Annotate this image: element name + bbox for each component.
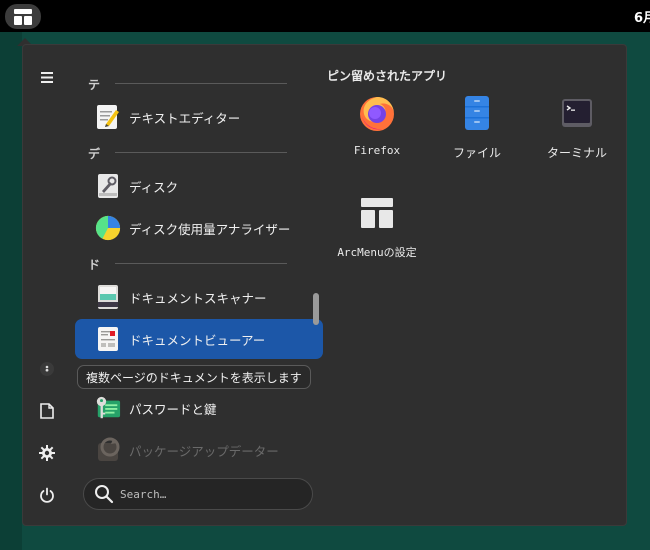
app-item-label: ドキュメントビューアー (129, 332, 266, 348)
user-icon (40, 362, 54, 376)
app-list-scrollbar[interactable] (313, 293, 319, 325)
power-icon (40, 487, 54, 503)
pinned-app-arcmenu-settings[interactable]: ArcMenuの設定 (327, 193, 427, 273)
disk-icon (95, 173, 121, 199)
scanner-icon (95, 284, 121, 310)
search-input[interactable] (120, 487, 300, 501)
section-header-do: ド (88, 258, 101, 272)
app-item-label: テキストエディター (129, 110, 241, 126)
desktop-edge (0, 32, 22, 550)
sidebar (22, 44, 72, 526)
hamburger-button[interactable] (36, 66, 58, 88)
app-list: テ テキストエディター デ ディスク ディスク使用量アナライザー ド ドキュメン… (75, 44, 325, 474)
section-divider (115, 263, 287, 264)
section-header-te: テ (88, 78, 101, 92)
disk-usage-icon (95, 215, 121, 241)
documents-button[interactable] (36, 400, 58, 422)
section-divider (115, 152, 287, 153)
arcmenu-icon (14, 8, 32, 25)
app-item-label: ディスク使用量アナライザー (129, 221, 291, 237)
clock[interactable]: 6月 (634, 7, 650, 26)
search-box[interactable] (83, 478, 313, 510)
document-viewer-icon (95, 326, 121, 352)
gear-icon (39, 445, 55, 461)
power-button[interactable] (36, 484, 58, 506)
settings-button[interactable] (36, 442, 58, 464)
pinned-app-files[interactable]: ファイル (427, 93, 527, 173)
app-item-document-scanner[interactable]: ドキュメントスキャナー (75, 277, 323, 317)
pinned-apps-title: ピン留めされたアプリ (327, 69, 448, 83)
top-bar: 6月 (0, 0, 650, 32)
pinned-app-terminal[interactable]: ターミナル (527, 93, 627, 173)
pinned-app-label: ArcMenuの設定 (337, 246, 417, 259)
user-button[interactable] (36, 358, 58, 380)
app-tooltip: 複数ページのドキュメントを表示します (77, 365, 311, 389)
app-item-label: パッケージアップデーター (129, 443, 279, 459)
app-item-label: ドキュメントスキャナー (129, 290, 267, 306)
app-item-label: パスワードと鍵 (129, 401, 217, 417)
app-item-document-viewer[interactable]: ドキュメントビューアー (75, 319, 323, 359)
app-item-disks[interactable]: ディスク (75, 166, 323, 206)
app-item-package-updater[interactable]: パッケージアップデーター (75, 430, 323, 470)
firefox-icon (357, 93, 397, 133)
search-icon (95, 485, 114, 504)
section-header-de: デ (88, 147, 101, 161)
hamburger-icon (41, 71, 53, 83)
document-icon (40, 403, 54, 419)
arcmenu-settings-icon (357, 193, 397, 233)
password-key-icon (95, 395, 121, 421)
app-item-text-editor[interactable]: テキストエディター (75, 97, 323, 137)
package-updater-icon (95, 437, 121, 463)
text-editor-icon (95, 104, 121, 130)
pinned-app-label: Firefox (353, 144, 401, 157)
app-item-disk-usage[interactable]: ディスク使用量アナライザー (75, 208, 323, 248)
terminal-icon (557, 93, 597, 133)
pinned-app-label: ファイル (452, 146, 501, 160)
pinned-app-firefox[interactable]: Firefox (327, 93, 427, 173)
files-icon (457, 93, 497, 133)
pinned-app-label: ターミナル (546, 146, 607, 160)
section-divider (115, 83, 287, 84)
app-item-label: ディスク (129, 179, 179, 195)
arcmenu-button[interactable] (5, 4, 41, 29)
app-item-passwords-keys[interactable]: パスワードと鍵 (75, 388, 323, 428)
